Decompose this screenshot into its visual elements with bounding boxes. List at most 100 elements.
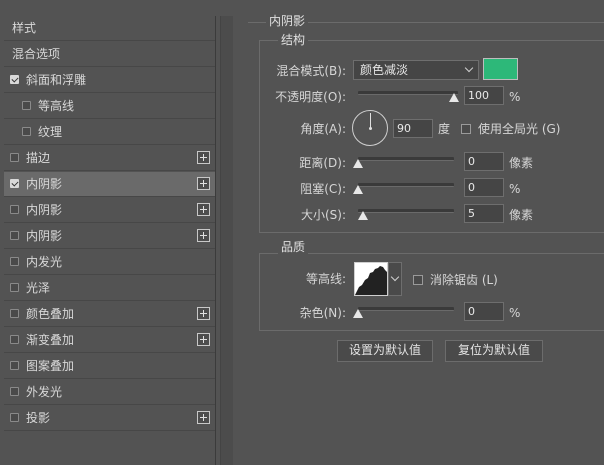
- checkbox-icon[interactable]: [10, 205, 19, 214]
- add-effect-icon[interactable]: [197, 411, 210, 424]
- anti-alias-checkbox[interactable]: [413, 275, 423, 285]
- style-item-label: 投影: [26, 411, 51, 425]
- size-input[interactable]: 5: [464, 204, 504, 223]
- checkbox-icon[interactable]: [22, 127, 31, 136]
- contour-label: 等高线:: [305, 272, 346, 286]
- blend-mode-value: 颜色减淡: [360, 63, 409, 77]
- style-item-label: 等高线: [38, 99, 75, 113]
- style-item[interactable]: 外发光: [4, 380, 215, 405]
- opacity-label: 不透明度(O):: [275, 90, 346, 104]
- checkbox-icon[interactable]: [22, 101, 31, 110]
- add-effect-icon[interactable]: [197, 177, 210, 190]
- opacity-input[interactable]: 100: [464, 86, 504, 105]
- style-item-label: 内发光: [26, 255, 63, 269]
- style-item[interactable]: 纹理: [4, 120, 215, 145]
- size-slider-track[interactable]: [358, 209, 454, 213]
- checkbox-icon[interactable]: [10, 309, 19, 318]
- style-item[interactable]: 图案叠加: [4, 354, 215, 379]
- angle-unit: 度: [438, 122, 451, 136]
- size-unit: 像素: [509, 208, 534, 222]
- style-item[interactable]: 内阴影: [4, 172, 215, 197]
- contour-picker[interactable]: [354, 262, 388, 296]
- style-item-label: 内阴影: [26, 177, 63, 191]
- style-item-label: 外发光: [26, 385, 63, 399]
- style-item[interactable]: 等高线: [4, 94, 215, 119]
- style-item-label: 斜面和浮雕: [26, 73, 87, 87]
- chevron-down-icon: [464, 63, 474, 73]
- styles-list: 样式 混合选项 斜面和浮雕 等高线 纹理 描边 内阴影 内阴影 内阴影 内发光 光泽 颜色叠加 渐变叠加…: [4, 16, 216, 465]
- checked-checkbox-icon[interactable]: [10, 179, 19, 188]
- angle-input[interactable]: 90: [393, 119, 433, 138]
- checkbox-icon[interactable]: [10, 283, 19, 292]
- style-item-label: 内阴影: [26, 229, 63, 243]
- checkbox-icon[interactable]: [10, 231, 19, 240]
- style-item[interactable]: 样式: [4, 16, 215, 41]
- style-item-label: 内阴影: [26, 203, 63, 217]
- style-item[interactable]: 内阴影: [4, 224, 215, 249]
- style-item-label: 样式: [12, 21, 37, 35]
- reset-default-button[interactable]: 复位为默认值: [445, 340, 543, 362]
- style-item[interactable]: 内阴影: [4, 198, 215, 223]
- checked-checkbox-icon[interactable]: [10, 75, 19, 84]
- distance-label: 距离(D):: [299, 156, 346, 170]
- global-light-checkbox[interactable]: [461, 124, 471, 134]
- choke-input[interactable]: 0: [464, 178, 504, 197]
- opacity-slider-track[interactable]: [358, 91, 458, 95]
- angle-dial-center: [369, 127, 372, 130]
- choke-slider-handle[interactable]: [353, 185, 363, 194]
- angle-dial-needle: [370, 113, 371, 128]
- checkbox-icon[interactable]: [10, 257, 19, 266]
- style-item-label: 混合选项: [12, 47, 61, 61]
- style-item[interactable]: 混合选项: [4, 42, 215, 67]
- distance-unit: 像素: [509, 156, 534, 170]
- opacity-slider-handle[interactable]: [449, 93, 459, 102]
- style-item-label: 颜色叠加: [26, 307, 75, 321]
- checkbox-icon[interactable]: [10, 387, 19, 396]
- style-item[interactable]: 渐变叠加: [4, 328, 215, 353]
- noise-label: 杂色(N):: [299, 306, 346, 320]
- choke-unit: %: [509, 182, 521, 196]
- checkbox-icon[interactable]: [10, 361, 19, 370]
- noise-slider-handle[interactable]: [353, 309, 363, 318]
- choke-slider-track[interactable]: [358, 183, 454, 187]
- checkbox-icon[interactable]: [10, 153, 19, 162]
- styles-list-scrollbar[interactable]: [220, 16, 233, 465]
- style-item[interactable]: 颜色叠加: [4, 302, 215, 327]
- angle-label: 角度(A):: [300, 122, 346, 136]
- add-effect-icon[interactable]: [197, 151, 210, 164]
- style-item-label: 图案叠加: [26, 359, 75, 373]
- distance-slider-track[interactable]: [358, 157, 454, 161]
- style-item[interactable]: 描边: [4, 146, 215, 171]
- angle-dial[interactable]: [352, 110, 388, 146]
- style-item-label: 渐变叠加: [26, 333, 75, 347]
- contour-curve-icon: [355, 266, 387, 295]
- quality-title: 品质: [278, 240, 309, 254]
- noise-slider-track[interactable]: [358, 307, 454, 311]
- panel-title: 内阴影: [266, 14, 309, 28]
- shadow-color-swatch[interactable]: [483, 58, 518, 80]
- style-item[interactable]: 内发光: [4, 250, 215, 275]
- opacity-unit: %: [509, 90, 521, 104]
- make-default-button[interactable]: 设置为默认值: [337, 340, 433, 362]
- add-effect-icon[interactable]: [197, 333, 210, 346]
- noise-input[interactable]: 0: [464, 302, 504, 321]
- add-effect-icon[interactable]: [197, 307, 210, 320]
- size-slider-handle[interactable]: [358, 211, 368, 220]
- contour-dropdown[interactable]: [388, 262, 402, 296]
- style-item[interactable]: 投影: [4, 406, 215, 431]
- style-item-label: 纹理: [38, 125, 63, 139]
- chevron-down-icon: [390, 272, 400, 282]
- add-effect-icon[interactable]: [197, 203, 210, 216]
- style-item[interactable]: 光泽: [4, 276, 215, 301]
- style-item-label: 描边: [26, 151, 51, 165]
- blend-mode-select[interactable]: 颜色减淡: [353, 60, 479, 80]
- add-effect-icon[interactable]: [197, 229, 210, 242]
- checkbox-icon[interactable]: [10, 413, 19, 422]
- style-item-label: 光泽: [26, 281, 51, 295]
- choke-label: 阻塞(C):: [300, 182, 346, 196]
- anti-alias-label: 消除锯齿 (L): [430, 273, 498, 287]
- style-item[interactable]: 斜面和浮雕: [4, 68, 215, 93]
- checkbox-icon[interactable]: [10, 335, 19, 344]
- distance-input[interactable]: 0: [464, 152, 504, 171]
- distance-slider-handle[interactable]: [353, 159, 363, 168]
